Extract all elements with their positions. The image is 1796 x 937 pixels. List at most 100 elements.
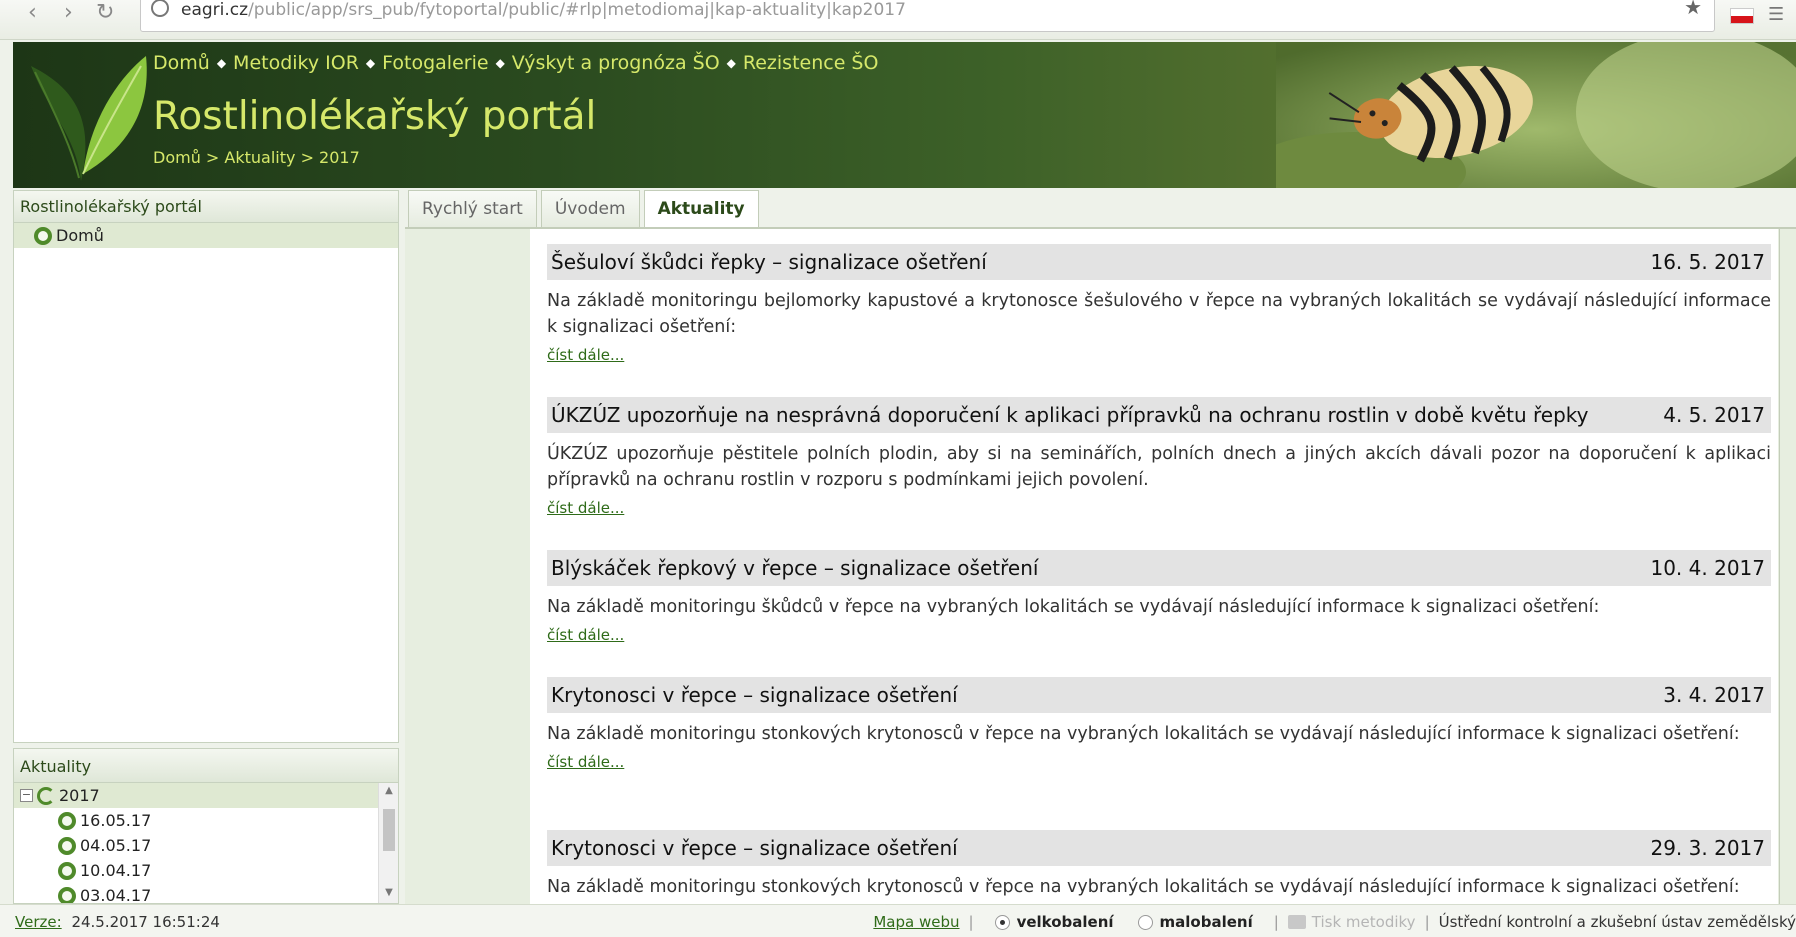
aktuality-tree-panel: Aktuality − 2017 16.05.17 04.05.17 10.04… xyxy=(13,748,399,904)
folder-node-icon xyxy=(37,786,55,805)
read-more-link[interactable]: číst dále... xyxy=(547,499,624,517)
news-item: Šešuloví škůdci řepky – signalizace ošet… xyxy=(547,244,1771,364)
radio-unchecked-icon[interactable] xyxy=(1137,914,1153,930)
forward-icon[interactable]: › xyxy=(64,2,73,24)
nav-separator: ◆ xyxy=(726,56,736,70)
nav-separator: ◆ xyxy=(216,56,227,70)
print-link[interactable]: Tisk metodiky xyxy=(1312,913,1416,931)
news-title[interactable]: Krytonosci v řepce – signalizace ošetřen… xyxy=(551,836,958,860)
url-text[interactable]: eagri.cz/public/app/srs_pub/fytoportal/p… xyxy=(181,0,906,20)
tree-item-label: 10.04.17 xyxy=(80,861,152,880)
browser-toolbar: ‹ › ↻ eagri.cz/public/app/srs_pub/fytopo… xyxy=(0,0,1796,40)
version-label[interactable]: Verze: xyxy=(15,913,62,931)
news-summary: Na základě monitoringu stonkových kryton… xyxy=(547,724,1740,744)
news-item: ÚKZÚZ upozorňuje na nesprávná doporučení… xyxy=(547,397,1771,517)
aktuality-tree: − 2017 16.05.17 04.05.17 10.04.17 03.04.… xyxy=(14,783,378,903)
news-date: 4. 5. 2017 xyxy=(1663,403,1765,427)
read-more-link[interactable]: číst dále... xyxy=(547,346,624,364)
tree-item-date[interactable]: 16.05.17 xyxy=(14,808,378,833)
news-item: Blýskáček řepkový v řepce – signalizace … xyxy=(547,550,1771,644)
page: ‹ › ↻ eagri.cz/public/app/srs_pub/fytopo… xyxy=(0,0,1796,937)
collapse-icon[interactable]: − xyxy=(20,789,33,802)
option-velkobaleni[interactable]: velkobalení xyxy=(994,913,1114,931)
news-header: Krytonosci v řepce – signalizace ošetřen… xyxy=(547,830,1771,866)
news-list: Šešuloví škůdci řepky – signalizace ošet… xyxy=(530,229,1778,904)
ring-icon xyxy=(58,861,76,880)
option-malobaleni[interactable]: malobalení xyxy=(1137,913,1253,931)
option-label: malobalení xyxy=(1159,913,1253,931)
back-icon[interactable]: ‹ xyxy=(28,2,37,24)
scroll-up-icon[interactable]: ▲ xyxy=(379,785,398,796)
nav-domu[interactable]: Domů xyxy=(153,52,210,74)
tree-item-domu[interactable]: Domů xyxy=(14,223,398,248)
news-header: ÚKZÚZ upozorňuje na nesprávná doporučení… xyxy=(547,397,1771,433)
tab-rychly-start[interactable]: Rychlý start xyxy=(408,190,537,227)
tree-item-date[interactable]: 04.05.17 xyxy=(14,833,378,858)
tree-item-label: 04.05.17 xyxy=(80,836,152,855)
news-item: Krytonosci v řepce – signalizace ošetřen… xyxy=(547,830,1771,900)
url-host: eagri.cz xyxy=(181,0,249,20)
news-title[interactable]: Krytonosci v řepce – signalizace ošetřen… xyxy=(551,683,958,707)
ring-icon xyxy=(58,886,76,903)
sitemap-link[interactable]: Mapa webu xyxy=(873,913,959,931)
news-title[interactable]: Šešuloví škůdci řepky – signalizace ošet… xyxy=(551,250,987,274)
news-title[interactable]: ÚKZÚZ upozorňuje na nesprávná doporučení… xyxy=(551,403,1589,427)
content-tabs: Rychlý start Úvodem Aktuality xyxy=(408,190,763,228)
nav-separator: ◆ xyxy=(495,56,505,70)
browser-menu-icon[interactable]: ☰ xyxy=(1768,4,1784,25)
news-summary: Na základě monitoringu bejlomorky kapust… xyxy=(547,291,1771,337)
ring-icon xyxy=(34,226,52,245)
panel-title: Aktuality xyxy=(14,749,398,783)
tab-uvodem[interactable]: Úvodem xyxy=(540,190,640,227)
portal-tree-panel: Rostlinolékařský portál Domů xyxy=(13,190,399,743)
news-summary: Na základě monitoringu škůdců v řepce na… xyxy=(547,597,1600,617)
ring-icon xyxy=(58,836,76,855)
tree-item-2017[interactable]: − 2017 xyxy=(14,783,378,808)
radio-checked-icon[interactable] xyxy=(994,914,1010,930)
news-date: 16. 5. 2017 xyxy=(1650,250,1765,274)
organization-name: Ústřední kontrolní a zkušební ústav země… xyxy=(1438,913,1796,931)
news-header: Šešuloví škůdci řepky – signalizace ošet… xyxy=(547,244,1771,280)
footer-separator: | xyxy=(968,913,974,931)
news-date: 29. 3. 2017 xyxy=(1650,836,1765,860)
flag-extension-icon[interactable] xyxy=(1730,8,1754,24)
nav-rezistence[interactable]: Rezistence ŠO xyxy=(743,52,879,74)
site-title: Rostlinolékařský portál xyxy=(153,94,597,139)
read-more-link[interactable]: číst dále... xyxy=(547,753,624,771)
footer-links: Mapa webu | velkobalení malobalení | Tis… xyxy=(873,913,1796,931)
leaf-logo-icon[interactable] xyxy=(21,46,156,186)
nav-fotogalerie[interactable]: Fotogalerie xyxy=(382,52,488,74)
read-more-link[interactable]: číst dále... xyxy=(547,626,624,644)
breadcrumb[interactable]: Domů > Aktuality > 2017 xyxy=(153,148,360,167)
colorado-beetle-photo xyxy=(1276,42,1796,188)
tree-item-label: 16.05.17 xyxy=(80,811,152,830)
news-date: 3. 4. 2017 xyxy=(1663,683,1765,707)
status-footer: Verze: 24.5.2017 16:51:24 Mapa webu | ve… xyxy=(0,904,1796,937)
nav-metodiky-ior[interactable]: Metodiky IOR xyxy=(233,52,359,74)
info-icon[interactable] xyxy=(151,0,169,17)
tab-aktuality[interactable]: Aktuality xyxy=(643,190,759,228)
tree-item-date[interactable]: 03.04.17 xyxy=(14,883,378,903)
news-date: 10. 4. 2017 xyxy=(1650,556,1765,580)
tree-item-label: Domů xyxy=(56,226,104,245)
news-item: Krytonosci v řepce – signalizace ošetřen… xyxy=(547,677,1771,771)
nav-vyskyt-prognoza[interactable]: Výskyt a prognóza ŠO xyxy=(512,52,720,74)
scrollbar-thumb[interactable] xyxy=(383,809,395,851)
ring-icon xyxy=(58,811,76,830)
url-path: /public/app/srs_pub/fytoportal/public/#r… xyxy=(248,0,906,20)
address-bar[interactable]: eagri.cz/public/app/srs_pub/fytoportal/p… xyxy=(140,0,1715,32)
news-title[interactable]: Blýskáček řepkový v řepce – signalizace … xyxy=(551,556,1038,580)
news-header: Krytonosci v řepce – signalizace ošetřen… xyxy=(547,677,1771,713)
reload-icon[interactable]: ↻ xyxy=(96,2,114,24)
tree-scrollbar[interactable]: ▲ ▼ xyxy=(378,783,398,903)
site-header: Domů ◆ Metodiky IOR ◆ Fotogalerie ◆ Výsk… xyxy=(13,42,1796,188)
tree-item-date[interactable]: 10.04.17 xyxy=(14,858,378,883)
printer-icon xyxy=(1287,915,1306,929)
footer-separator: | xyxy=(1424,913,1430,931)
panel-title: Rostlinolékařský portál xyxy=(14,191,398,223)
bookmark-star-icon[interactable]: ★ xyxy=(1684,0,1702,19)
version-info: Verze: 24.5.2017 16:51:24 xyxy=(15,913,220,931)
news-summary: Na základě monitoringu stonkových kryton… xyxy=(547,877,1740,897)
footer-separator: | xyxy=(1273,913,1279,931)
scroll-down-icon[interactable]: ▼ xyxy=(379,887,398,898)
